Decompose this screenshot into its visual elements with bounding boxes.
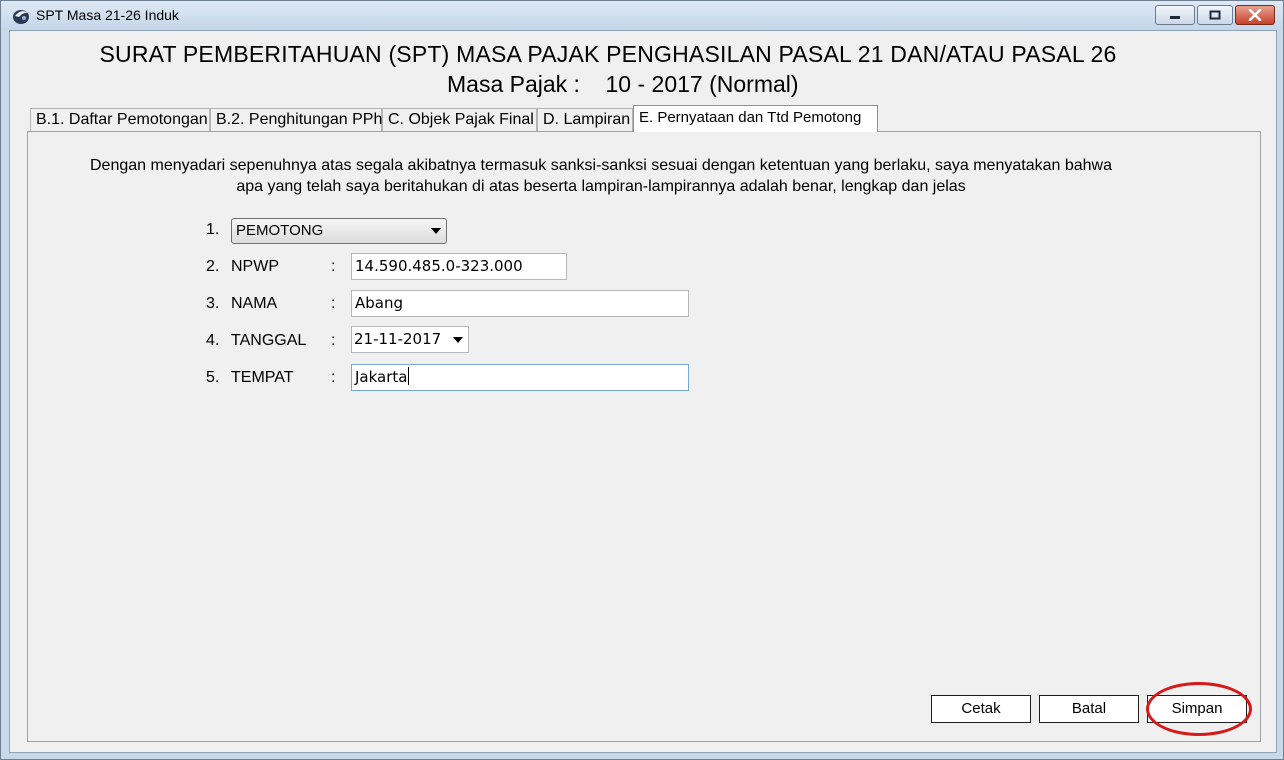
app-window: SPT Masa 21-26 Induk SURAT PEMBERITAHUAN… <box>0 0 1284 760</box>
title-bar[interactable]: SPT Masa 21-26 Induk <box>1 1 1283 30</box>
close-icon <box>1248 9 1262 21</box>
row-5-number: 5. <box>206 369 220 386</box>
row-2-number: 2. <box>206 258 220 275</box>
tempat-field[interactable]: Jakarta <box>351 364 689 391</box>
nama-field[interactable]: Abang <box>351 290 689 317</box>
tanggal-colon: : <box>331 332 336 349</box>
minimize-button[interactable] <box>1155 5 1195 25</box>
chevron-down-icon[interactable] <box>453 337 463 343</box>
row-1-number: 1. <box>206 221 220 238</box>
tab-objek-pajak-final[interactable]: C. Objek Pajak Final <box>382 108 537 131</box>
npwp-colon: : <box>331 258 336 275</box>
maximize-button[interactable] <box>1197 5 1233 25</box>
tanggal-label: TANGGAL <box>231 332 307 349</box>
tempat-value: Jakarta <box>355 368 408 386</box>
text-caret <box>408 367 410 385</box>
page-title: SURAT PEMBERITAHUAN (SPT) MASA PAJAK PEN… <box>99 41 1117 67</box>
npwp-field[interactable]: 14.590.485.0-323.000 <box>351 253 567 280</box>
pemotong-select[interactable]: PEMOTONG <box>231 218 447 244</box>
app-logo-icon <box>13 10 29 24</box>
client-area: SURAT PEMBERITAHUAN (SPT) MASA PAJAK PEN… <box>9 30 1277 753</box>
nama-label: NAMA <box>231 295 278 312</box>
pemotong-select-value: PEMOTONG <box>236 222 324 239</box>
statement-line-1: Dengan menyadari sepenuhnya atas segala … <box>90 157 1112 174</box>
tanggal-value: 21-11-2017 <box>354 330 442 348</box>
window-title: SPT Masa 21-26 Induk <box>36 7 179 23</box>
masa-pajak-label: Masa Pajak : <box>447 71 580 97</box>
restore-icon <box>1209 10 1221 20</box>
tab-panel-pernyataan: Dengan menyadari sepenuhnya atas segala … <box>27 131 1261 742</box>
tab-penghitungan-pph[interactable]: B.2. Penghitungan PPh <box>210 108 382 131</box>
tanggal-date-picker[interactable]: 21-11-2017 <box>351 326 469 353</box>
masa-pajak-value: 10 - 2017 (Normal) <box>605 71 799 97</box>
cetak-button[interactable]: Cetak <box>931 695 1031 723</box>
simpan-highlight-annotation <box>1146 682 1252 736</box>
tab-pernyataan-ttd[interactable]: E. Pernyataan dan Ttd Pemotong <box>633 105 878 132</box>
batal-button[interactable]: Batal <box>1039 695 1139 723</box>
minimize-icon <box>1170 16 1180 19</box>
tab-lampiran[interactable]: D. Lampiran <box>537 108 633 131</box>
tab-daftar-pemotongan[interactable]: B.1. Daftar Pemotongan <box>30 108 210 131</box>
row-4-number: 4. <box>206 332 220 349</box>
tempat-colon: : <box>331 369 336 386</box>
statement-text: Dengan menyadari sepenuhnya atas segala … <box>61 155 1141 197</box>
row-3-number: 3. <box>206 295 220 312</box>
npwp-label: NPWP <box>231 258 279 275</box>
tempat-label: TEMPAT <box>231 369 294 386</box>
statement-line-2: apa yang telah saya beritahukan di atas … <box>236 178 966 195</box>
masa-pajak-row: Masa Pajak : 10 - 2017 (Normal) <box>447 71 799 98</box>
chevron-down-icon <box>431 228 441 234</box>
close-button[interactable] <box>1235 5 1275 25</box>
nama-colon: : <box>331 295 336 312</box>
